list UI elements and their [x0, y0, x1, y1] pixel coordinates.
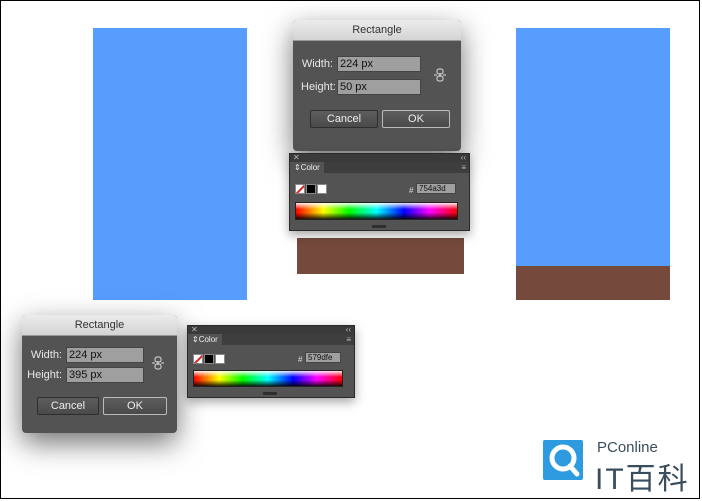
panel-resize-grip[interactable]: [372, 225, 386, 228]
magnifier-logo-icon: [543, 440, 583, 480]
tab-color-label: Color: [198, 335, 218, 344]
tab-color[interactable]: ⇕Color: [188, 334, 222, 345]
blue-rectangle-left[interactable]: [93, 28, 247, 300]
fill-stroke-swatches: [295, 184, 328, 194]
constrain-proportions-icon[interactable]: [434, 68, 446, 82]
height-row: Height:: [26, 367, 144, 383]
brown-rectangle-center[interactable]: [297, 238, 464, 274]
ok-button[interactable]: OK: [382, 110, 450, 128]
black-swatch[interactable]: [306, 184, 316, 194]
fill-stroke-swatches: [193, 354, 226, 364]
width-label: Width:: [301, 58, 333, 70]
color-panel-top: ✕ ‹‹ ⇕Color ≡ #: [289, 153, 470, 231]
close-panel-icon[interactable]: ✕: [191, 325, 198, 334]
width-input[interactable]: [66, 347, 144, 363]
height-input[interactable]: [66, 367, 144, 383]
hex-hash-label: #: [298, 355, 303, 364]
cancel-button[interactable]: Cancel: [37, 397, 99, 415]
brown-rectangle-right-bottom[interactable]: [516, 266, 670, 300]
black-swatch[interactable]: [204, 354, 214, 364]
tab-arrows-icon: ⇕: [192, 335, 199, 344]
constrain-proportions-icon[interactable]: [152, 356, 164, 370]
tab-color-label: Color: [300, 163, 320, 172]
ok-button[interactable]: OK: [103, 397, 167, 415]
width-row: Width:: [301, 56, 421, 72]
close-panel-icon[interactable]: ✕: [293, 153, 300, 162]
brand-main-text: IT百科: [595, 463, 690, 496]
width-label: Width:: [30, 349, 62, 361]
collapse-panel-icon[interactable]: ‹‹: [461, 153, 466, 162]
rectangle-dialog-bottom: Rectangle Width: Height: Cancel OK: [22, 315, 177, 433]
width-input[interactable]: [337, 56, 421, 72]
tab-arrows-icon: ⇕: [294, 163, 301, 172]
rectangle-dialog-top: Rectangle Width: Height: Cancel OK: [293, 20, 461, 151]
height-input[interactable]: [337, 79, 421, 95]
none-swatch[interactable]: [193, 354, 203, 364]
white-swatch[interactable]: [317, 184, 327, 194]
color-spectrum[interactable]: [295, 202, 458, 220]
height-row: Height:: [301, 79, 421, 95]
pconline-logo: PConline IT百科: [541, 436, 691, 496]
hex-hash-label: #: [409, 186, 414, 195]
panel-menu-icon[interactable]: ≡: [461, 162, 466, 173]
hex-input[interactable]: [305, 352, 341, 363]
height-label: Height:: [301, 81, 336, 93]
panel-resize-grip[interactable]: [263, 392, 277, 395]
color-panel-bottom: ✕ ‹‹ ⇕Color ≡ #: [187, 325, 355, 398]
blue-rectangle-right[interactable]: [516, 28, 670, 266]
panel-menu-icon[interactable]: ≡: [346, 334, 351, 345]
dialog-title: Rectangle: [293, 20, 461, 41]
hex-input[interactable]: [416, 183, 456, 194]
dialog-title: Rectangle: [22, 315, 177, 336]
width-row: Width:: [26, 347, 144, 363]
white-swatch[interactable]: [215, 354, 225, 364]
color-spectrum[interactable]: [193, 370, 343, 387]
collapse-panel-icon[interactable]: ‹‹: [346, 325, 351, 334]
height-label: Height:: [27, 369, 62, 381]
cancel-button[interactable]: Cancel: [310, 110, 378, 128]
tab-color[interactable]: ⇕Color: [290, 162, 324, 173]
none-swatch[interactable]: [295, 184, 305, 194]
